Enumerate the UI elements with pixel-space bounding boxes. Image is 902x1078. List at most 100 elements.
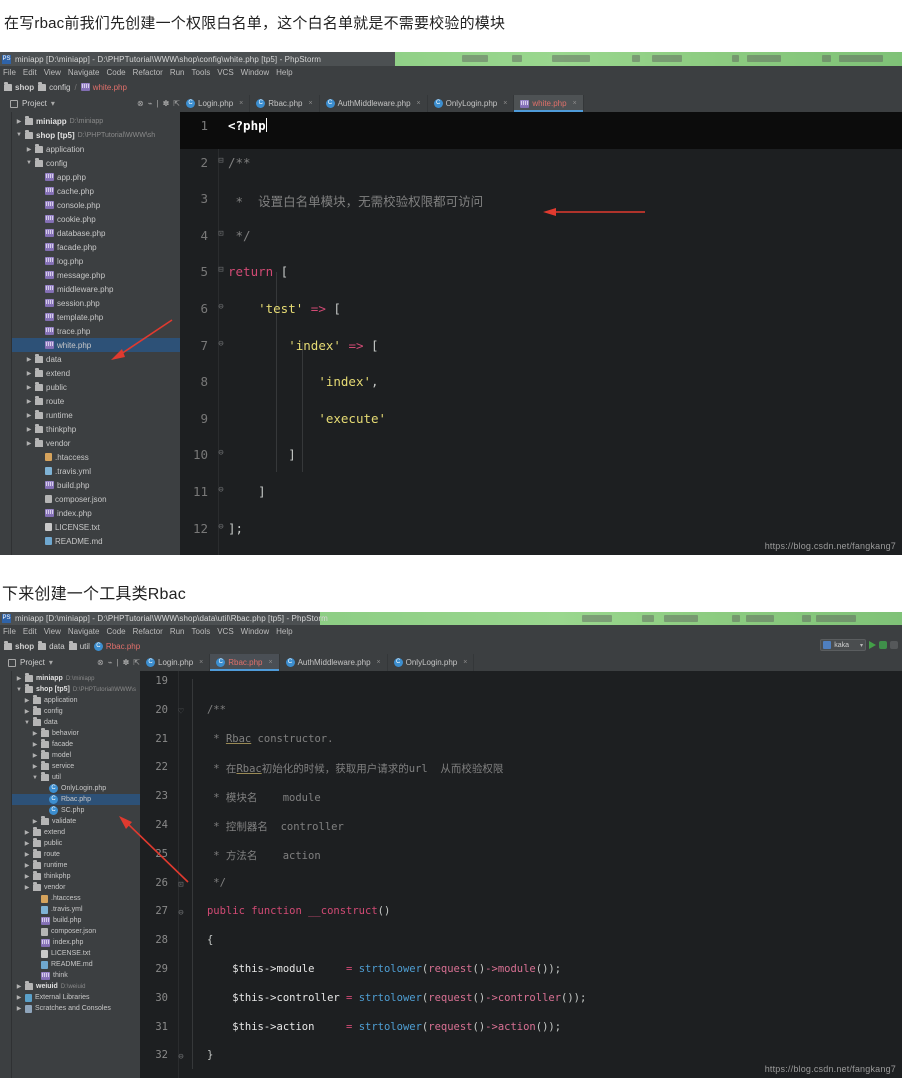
fold-marker-icon[interactable]: ⊖ xyxy=(214,441,228,458)
chevron-right-icon[interactable]: ▶ xyxy=(24,840,30,847)
fold-marker-icon[interactable]: ⊖ xyxy=(174,1045,188,1062)
tree-node-application[interactable]: ▶ application xyxy=(12,695,140,706)
code-line[interactable]: 29 $this->module = strtolower(request()-… xyxy=(140,959,902,988)
tree-node-extend[interactable]: ▶ extend xyxy=(12,366,180,380)
chevron-right-icon[interactable]: ▶ xyxy=(24,851,30,858)
coverage-icon[interactable] xyxy=(890,641,898,649)
tab-white-php[interactable]: white.php × xyxy=(514,95,584,112)
chevron-right-icon[interactable]: ▶ xyxy=(26,356,32,363)
chevron-right-icon[interactable]: ▶ xyxy=(32,763,38,770)
tree-node-data[interactable]: ▶ data xyxy=(12,352,180,366)
close-icon[interactable]: × xyxy=(417,100,421,107)
menu-item-code[interactable]: Code xyxy=(106,68,125,77)
tree-node-behavior[interactable]: ▶ behavior xyxy=(12,728,140,739)
tree-node-runtime[interactable]: ▶ runtime xyxy=(12,860,140,871)
breadcrumb-data[interactable]: data xyxy=(38,640,65,651)
tab-authmiddleware-php[interactable]: AuthMiddleware.php × xyxy=(320,95,428,112)
tree-node-shop-tp5[interactable]: ▼ shop [tp5] D:\PHPTutorial\WWW\sh xyxy=(12,128,180,142)
close-icon[interactable]: × xyxy=(573,100,577,107)
code-line[interactable]: 20 ♡ /** xyxy=(140,700,902,729)
menu-item-window[interactable]: Window xyxy=(241,627,269,636)
code-line[interactable]: 6 ⊖ 'test' => [ xyxy=(180,295,902,332)
tree-node-composer-json[interactable]: · composer.json xyxy=(12,492,180,506)
chevron-down-icon[interactable]: ▼ xyxy=(26,160,32,166)
window1-menu-bar[interactable]: File Edit View Navigate Code Refactor Ru… xyxy=(0,66,902,79)
chevron-right-icon[interactable]: ▶ xyxy=(26,398,32,405)
code-line[interactable]: 22 * 在Rbac初始化的时候，获取用户请求的url 从而校验权限 xyxy=(140,757,902,786)
chevron-right-icon[interactable]: ▶ xyxy=(24,862,30,869)
debug-icon[interactable] xyxy=(879,641,887,649)
chevron-right-icon[interactable]: ▶ xyxy=(16,118,22,125)
fold-marker-icon[interactable]: ♡ xyxy=(174,700,188,717)
tree-node-external-libraries[interactable]: ▶ External Libraries xyxy=(12,992,140,1003)
tree-node-message-php[interactable]: · message.php xyxy=(12,268,180,282)
code-line[interactable]: 23 * 模块名 module xyxy=(140,786,902,815)
tree-node-cookie-php[interactable]: · cookie.php xyxy=(12,212,180,226)
code-line[interactable]: 7 ⊖ 'index' => [ xyxy=(180,332,902,369)
menu-item-refactor[interactable]: Refactor xyxy=(133,68,163,77)
tree-node-miniapp[interactable]: ▶ miniapp D:\miniapp xyxy=(12,114,180,128)
chevron-right-icon[interactable]: ▶ xyxy=(24,873,30,880)
close-icon[interactable]: × xyxy=(269,659,273,666)
fold-marker-icon[interactable]: ⊖ xyxy=(214,515,228,532)
menu-item-refactor[interactable]: Refactor xyxy=(133,627,163,636)
code-line[interactable]: 11 ⊖ ] xyxy=(180,478,902,515)
chevron-right-icon[interactable]: ▶ xyxy=(24,829,30,836)
project-panel-header[interactable]: Project ▾ ⊗ ⌁ | ✽ ⇱ xyxy=(0,654,140,671)
tree-node-model[interactable]: ▶ model xyxy=(12,750,140,761)
chevron-right-icon[interactable]: ▶ xyxy=(26,412,32,419)
close-icon[interactable]: × xyxy=(309,100,313,107)
tree-node-public[interactable]: ▶ public xyxy=(12,838,140,849)
window2-project-tree[interactable]: ▶ miniapp D:\miniapp ▼ shop [tp5] D:\PHPTutor… xyxy=(12,671,140,1078)
tab-onlylogin-php[interactable]: OnlyLogin.php × xyxy=(428,95,515,112)
chevron-right-icon[interactable]: ▶ xyxy=(26,440,32,447)
tree-node-rbac-php[interactable]: · Rbac.php xyxy=(12,794,140,805)
collapse-all-icon[interactable]: ⊗ xyxy=(137,99,144,108)
tree-node-htaccess[interactable]: · .htaccess xyxy=(12,893,140,904)
fold-marker-icon[interactable]: ⊖ xyxy=(174,901,188,918)
breadcrumb-util[interactable]: util xyxy=(68,640,90,651)
tree-node-thinkphp[interactable]: ▶ thinkphp xyxy=(12,422,180,436)
tab-rbac-php[interactable]: Rbac.php × xyxy=(250,95,320,112)
code-line[interactable]: 26 ⊡ */ xyxy=(140,873,902,902)
tree-node-travis-yml[interactable]: · .travis.yml xyxy=(12,904,140,915)
tree-node-database-php[interactable]: · database.php xyxy=(12,226,180,240)
tree-node-runtime[interactable]: ▶ runtime xyxy=(12,408,180,422)
breadcrumb-rbac-php[interactable]: Rbac.php xyxy=(93,641,140,651)
tree-node-sc-php[interactable]: · SC.php xyxy=(12,805,140,816)
tree-node-route[interactable]: ▶ route xyxy=(12,394,180,408)
breadcrumb-shop[interactable]: shop xyxy=(4,81,34,92)
chevron-down-icon[interactable]: ▾ xyxy=(860,642,863,649)
menu-item-run[interactable]: Run xyxy=(170,627,185,636)
menu-item-file[interactable]: File xyxy=(3,627,16,636)
tree-node-htaccess[interactable]: · .htaccess xyxy=(12,450,180,464)
tree-node-facade-php[interactable]: · facade.php xyxy=(12,240,180,254)
code-line[interactable]: 5 ⊟ return [ xyxy=(180,258,902,295)
tab-authmiddleware-php[interactable]: AuthMiddleware.php × xyxy=(280,654,388,671)
chevron-right-icon[interactable]: ▶ xyxy=(24,708,30,715)
breadcrumb-config[interactable]: config xyxy=(38,81,70,92)
structure-tool-window-label[interactable]: Structure xyxy=(0,1014,2,1074)
window1-project-tree[interactable]: ▶ miniapp D:\miniapp ▼ shop [tp5] D:\PHPTutor… xyxy=(12,112,180,555)
tree-node-config[interactable]: ▼ config xyxy=(12,156,180,170)
tree-node-vendor[interactable]: ▶ vendor xyxy=(12,436,180,450)
chevron-right-icon[interactable]: ▶ xyxy=(16,983,22,990)
tab-login-php[interactable]: Login.php × xyxy=(180,95,251,112)
tree-node-data[interactable]: ▼ data xyxy=(12,717,140,728)
chevron-down-icon[interactable]: ▼ xyxy=(16,687,22,693)
menu-item-run[interactable]: Run xyxy=(170,68,185,77)
settings-icon[interactable]: ✽ xyxy=(123,658,130,667)
project-panel-header[interactable]: Project ▾ ⊗ ⌁ | ✽ ⇱ xyxy=(0,95,180,112)
code-line[interactable]: 28 { xyxy=(140,930,902,959)
close-icon[interactable]: × xyxy=(377,659,381,666)
menu-item-vcs[interactable]: VCS xyxy=(217,627,233,636)
tree-node-readme-md[interactable]: · README.md xyxy=(12,959,140,970)
code-line[interactable]: 24 * 控制器名 controller xyxy=(140,815,902,844)
tree-node-readme-md[interactable]: · README.md xyxy=(12,534,180,548)
tab-rbac-php[interactable]: Rbac.php × xyxy=(210,654,280,671)
tree-node-app-php[interactable]: · app.php xyxy=(12,170,180,184)
tree-node-travis-yml[interactable]: · .travis.yml xyxy=(12,464,180,478)
menu-item-navigate[interactable]: Navigate xyxy=(68,68,100,77)
tree-node-log-php[interactable]: · log.php xyxy=(12,254,180,268)
tree-node-shop-tp5[interactable]: ▼ shop [tp5] D:\PHPTutorial\WWW\s xyxy=(12,684,140,695)
